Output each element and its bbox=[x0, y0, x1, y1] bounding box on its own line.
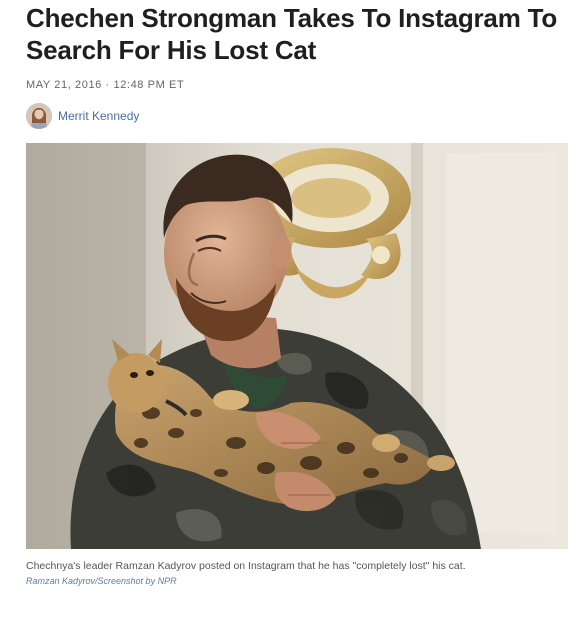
author-avatar-image bbox=[26, 103, 52, 129]
author-link[interactable]: Merrit Kennedy bbox=[58, 109, 139, 123]
author-avatar[interactable] bbox=[26, 103, 52, 129]
photo-caption: Chechnya's leader Ramzan Kadyrov posted … bbox=[26, 560, 466, 572]
photo-credit: Ramzan Kadyrov/Screenshot by NPR bbox=[26, 576, 177, 586]
article-photo bbox=[26, 143, 568, 549]
photo-illustration bbox=[26, 143, 568, 549]
article-dateline: MAY 21, 2016 · 12:48 PM ET bbox=[26, 79, 185, 91]
byline: Merrit Kennedy bbox=[26, 103, 139, 129]
article-headline: Chechen Strongman Takes To Instagram To … bbox=[26, 3, 558, 65]
